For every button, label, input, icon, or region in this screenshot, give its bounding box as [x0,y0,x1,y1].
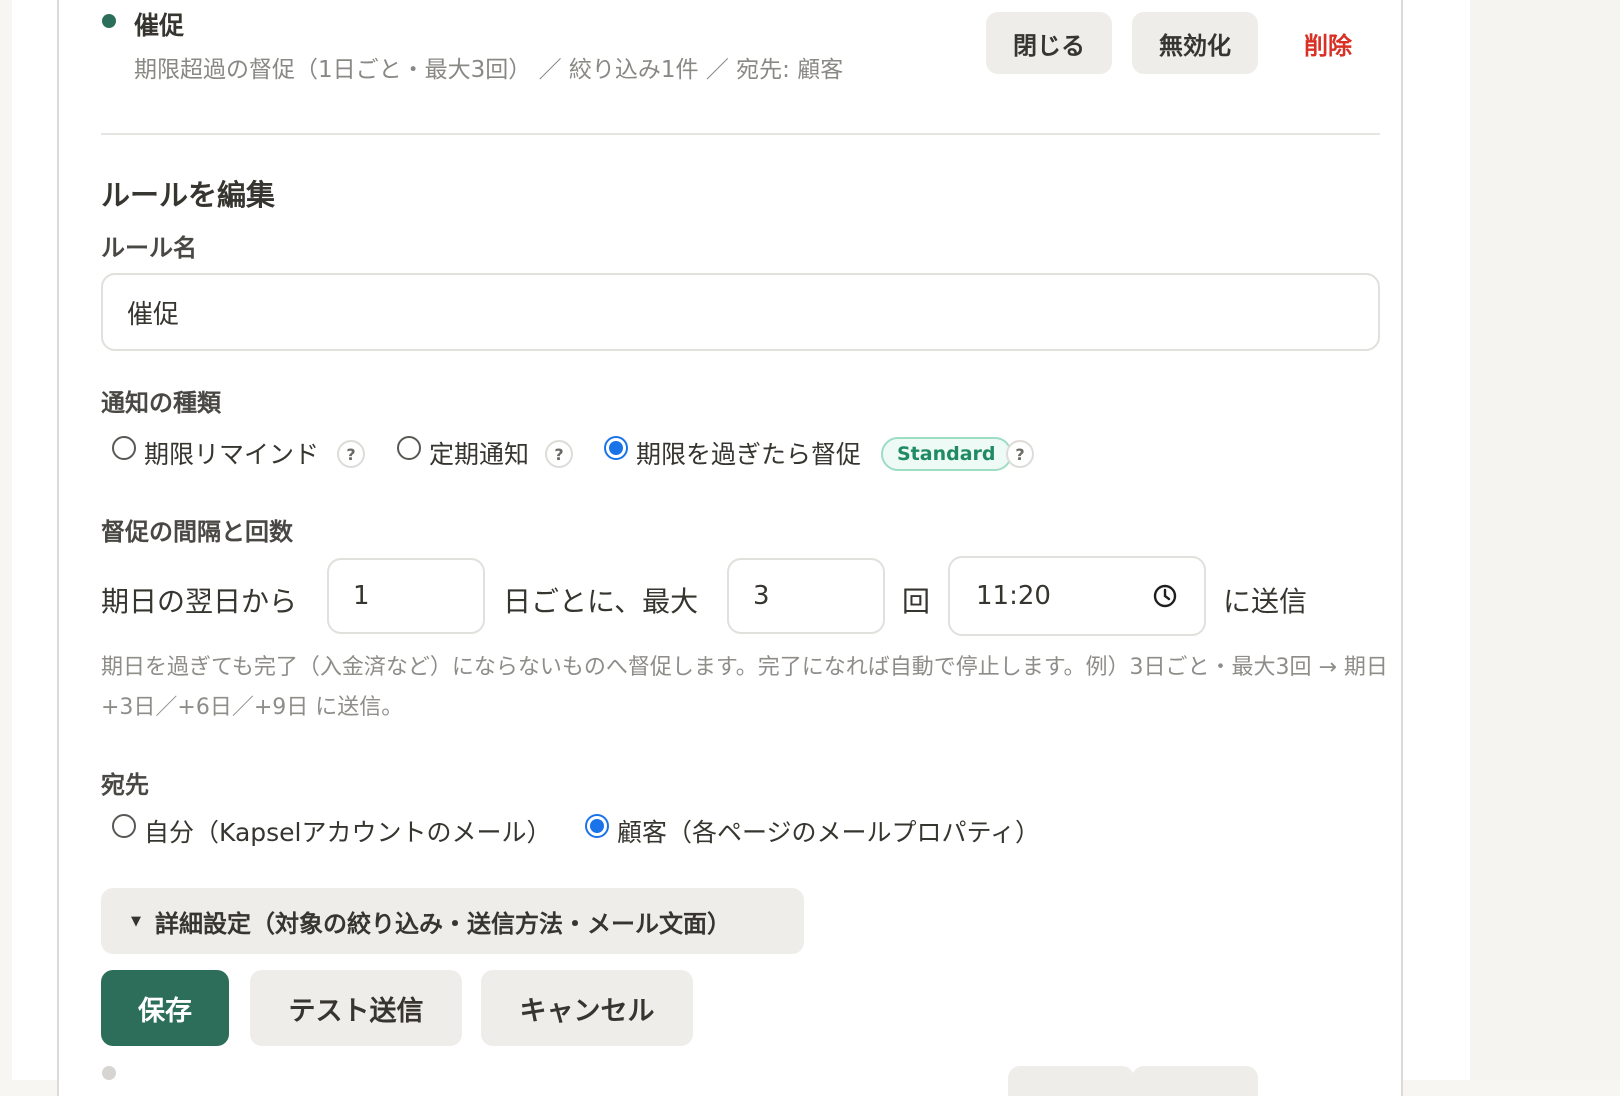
type-option-reminder-label[interactable]: 期限リマインド [144,435,319,471]
next-rule-dot-icon [102,1066,116,1080]
help-icon[interactable]: ? [337,440,365,468]
advanced-settings-toggle[interactable]: ▼ 詳細設定（対象の絞り込み・送信方法・メール文面） [101,888,804,954]
close-button[interactable]: 閉じる [986,12,1112,74]
status-dot-icon [102,14,116,28]
help-icon[interactable]: ? [545,440,573,468]
recipient-radio-customer[interactable] [585,814,609,838]
rule-summary: 期限超過の督促（1日ごと・最大3回） ／ 絞り込み1件 ／ 宛先: 顧客 [134,57,844,83]
interval-suffix: に送信 [1223,585,1308,618]
triangle-down-icon: ▼ [131,913,141,929]
delete-button[interactable]: 削除 [1278,12,1378,74]
left-gutter [0,0,12,1080]
rule-name-input[interactable] [101,273,1380,351]
interval-days-input[interactable] [327,558,485,634]
type-radio-periodic[interactable] [397,436,421,460]
count-unit: 回 [902,585,931,618]
interval-prefix: 期日の翌日から [101,585,298,618]
save-button[interactable]: 保存 [101,970,229,1046]
notification-type-label: 通知の種類 [101,389,221,417]
rule-name-label: ルール名 [101,234,197,262]
editor-heading: ルールを編集 [101,178,276,212]
recipient-self-label[interactable]: 自分（Kapselアカウントのメール） [144,813,552,849]
disable-button[interactable]: 無効化 [1132,12,1258,74]
header-divider [101,133,1380,135]
advanced-settings-label: 詳細設定（対象の絞り込み・送信方法・メール文面） [155,909,731,938]
recipient-label: 宛先 [101,771,149,799]
max-count-input[interactable] [727,558,885,634]
type-radio-overdue[interactable] [604,436,628,460]
next-rule-disable-button[interactable] [1132,1066,1258,1096]
interval-label: 督促の間隔と回数 [101,518,293,546]
plan-badge: Standard [881,437,1012,471]
recipient-customer-label[interactable]: 顧客（各ページのメールプロパティ） [617,813,1040,849]
type-option-periodic-label[interactable]: 定期通知 [429,435,529,471]
send-time-value: 11:20 [976,581,1051,611]
help-icon[interactable]: ? [1006,440,1034,468]
next-rule-close-button[interactable] [1008,1066,1134,1096]
type-radio-reminder[interactable] [112,436,136,460]
interval-mid: 日ごとに、最大 [503,585,699,618]
recipient-radio-self[interactable] [112,814,136,838]
type-option-overdue-label[interactable]: 期限を過ぎたら督促 [636,435,861,471]
send-time-input[interactable]: 11:20 [948,556,1206,636]
test-send-button[interactable]: テスト送信 [250,970,462,1046]
clock-icon[interactable] [1152,583,1178,609]
interval-hint: 期日を過ぎても完了（入金済など）にならないものへ督促します。完了になれば自動で停… [101,655,1388,720]
rule-title: 催促 [134,11,185,40]
cancel-button[interactable]: キャンセル [481,970,693,1046]
right-strip [1470,0,1620,1080]
